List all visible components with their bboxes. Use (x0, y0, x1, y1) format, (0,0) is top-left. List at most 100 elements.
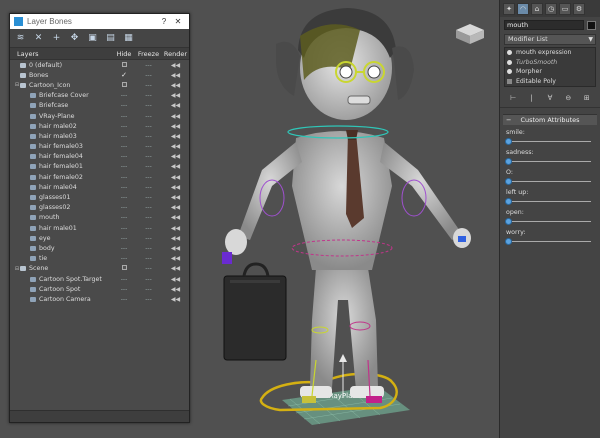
hide-toggle[interactable] (113, 61, 135, 69)
layer-row[interactable]: tie --- --- ◀◀ (10, 254, 189, 264)
layer-row[interactable]: Cartoon Camera --- --- ◀◀ (10, 294, 189, 304)
hide-toggle[interactable]: --- (113, 133, 135, 140)
layer-name[interactable]: hair male01 (39, 225, 77, 232)
render-toggle[interactable]: ◀◀ (162, 286, 189, 293)
hide-all-icon[interactable]: ▤ (105, 33, 116, 44)
render-toggle[interactable]: ◀◀ (162, 82, 189, 89)
layers-icon[interactable]: ≋ (15, 33, 26, 44)
layer-name[interactable]: VRay-Plane (39, 113, 75, 120)
layer-row[interactable]: Cartoon Spot.Target --- --- ◀◀ (10, 274, 189, 284)
hide-toggle[interactable]: --- (113, 204, 135, 211)
hide-toggle[interactable]: --- (113, 102, 135, 109)
layer-name[interactable]: body (39, 245, 55, 252)
hide-toggle[interactable]: --- (113, 113, 135, 120)
make-unique-icon[interactable]: ∀ (545, 93, 555, 103)
object-name-field[interactable]: mouth (504, 20, 584, 30)
layer-row[interactable]: eye --- --- ◀◀ (10, 233, 189, 243)
layer-name[interactable]: hair female01 (39, 163, 83, 170)
layer-name[interactable]: Bones (29, 72, 48, 79)
hide-toggle[interactable]: --- (113, 286, 135, 293)
freeze-toggle[interactable]: --- (135, 113, 162, 120)
freeze-toggle[interactable]: --- (135, 255, 162, 262)
render-toggle[interactable]: ◀◀ (162, 102, 189, 109)
lightbulb-icon[interactable] (507, 50, 512, 56)
command-tab-0[interactable]: ✦ (503, 2, 515, 15)
dialog-titlebar[interactable]: Layer Bones ? ✕ (10, 14, 189, 29)
modifier-stack-item[interactable]: TurboSmooth (505, 58, 595, 68)
layer-row[interactable]: body --- --- ◀◀ (10, 243, 189, 253)
lightbulb-icon[interactable] (507, 59, 512, 65)
freeze-toggle[interactable]: --- (135, 245, 162, 252)
select-icon[interactable]: ✥ (69, 33, 80, 44)
slider-track[interactable] (505, 238, 594, 245)
layer-name[interactable]: Cartoon Spot.Target (39, 276, 102, 283)
lightbulb-icon[interactable] (507, 69, 512, 75)
perspective-viewport[interactable]: VRayPlane Layer Bones ? ✕ ≋ ✕ + ✥ ▣ ▤ ▦ … (0, 0, 500, 438)
layer-row[interactable]: hair female04 --- --- ◀◀ (10, 152, 189, 162)
layer-name[interactable]: Scene (29, 265, 48, 272)
freeze-toggle[interactable]: --- (135, 153, 162, 160)
layer-row[interactable]: hair male03 --- --- ◀◀ (10, 131, 189, 141)
hide-toggle[interactable]: --- (113, 184, 135, 191)
render-toggle[interactable]: ◀◀ (162, 296, 189, 303)
layer-name[interactable]: tie (39, 255, 47, 262)
layer-row[interactable]: VRay-Plane --- --- ◀◀ (10, 111, 189, 121)
hide-toggle[interactable]: --- (113, 255, 135, 262)
render-toggle[interactable]: ◀◀ (162, 214, 189, 221)
command-tab-5[interactable]: ⚙ (573, 2, 585, 15)
freeze-toggle[interactable]: --- (135, 235, 162, 242)
layer-row[interactable]: glasses02 --- --- ◀◀ (10, 203, 189, 213)
hide-toggle[interactable]: --- (113, 194, 135, 201)
freeze-toggle[interactable]: --- (135, 276, 162, 283)
add-icon[interactable]: + (51, 33, 62, 44)
hide-toggle[interactable]: --- (113, 163, 135, 170)
render-toggle[interactable]: ◀◀ (162, 225, 189, 232)
render-toggle[interactable]: ◀◀ (162, 123, 189, 130)
layer-row[interactable]: 0 (default) --- ◀◀ (10, 60, 189, 70)
column-hide[interactable]: Hide (113, 50, 135, 58)
layer-explorer-dialog[interactable]: Layer Bones ? ✕ ≋ ✕ + ✥ ▣ ▤ ▦ Layers Hid… (9, 13, 190, 423)
layer-row[interactable]: hair male02 --- --- ◀◀ (10, 121, 189, 131)
layer-name[interactable]: Briefcase (39, 102, 68, 109)
layer-row[interactable]: mouth --- --- ◀◀ (10, 213, 189, 223)
layer-name[interactable]: hair female04 (39, 153, 83, 160)
hide-toggle[interactable]: --- (113, 276, 135, 283)
freeze-toggle[interactable]: --- (135, 102, 162, 109)
command-tab-4[interactable]: ▭ (559, 2, 571, 15)
column-freeze[interactable]: Freeze (135, 50, 162, 58)
layer-name[interactable]: eye (39, 235, 50, 242)
hide-toggle[interactable]: --- (113, 153, 135, 160)
layer-name[interactable]: hair female03 (39, 143, 83, 150)
render-toggle[interactable]: ◀◀ (162, 72, 189, 79)
freeze-toggle[interactable]: --- (135, 143, 162, 150)
hide-toggle[interactable]: --- (113, 235, 135, 242)
hide-toggle[interactable]: --- (113, 123, 135, 130)
render-toggle[interactable]: ◀◀ (162, 133, 189, 140)
layer-name[interactable]: glasses02 (39, 204, 70, 211)
slider-knob[interactable] (505, 158, 512, 165)
hide-toggle[interactable] (113, 265, 135, 272)
layer-name[interactable]: mouth (39, 214, 59, 221)
delete-icon[interactable]: ✕ (33, 33, 44, 44)
hide-toggle[interactable]: --- (113, 225, 135, 232)
rollout-header[interactable]: − Custom Attributes (503, 115, 597, 125)
freeze-toggle[interactable]: --- (135, 184, 162, 191)
render-toggle[interactable]: ◀◀ (162, 163, 189, 170)
render-toggle[interactable]: ◀◀ (162, 92, 189, 99)
freeze-toggle[interactable]: --- (135, 174, 162, 181)
render-toggle[interactable]: ◀◀ (162, 276, 189, 283)
render-toggle[interactable]: ◀◀ (162, 62, 189, 69)
help-button[interactable]: ? (157, 17, 171, 26)
object-color-swatch[interactable] (587, 20, 596, 30)
slider-knob[interactable] (505, 178, 512, 185)
slider-knob[interactable] (505, 198, 512, 205)
freeze-toggle[interactable]: --- (135, 194, 162, 201)
configure-sets-icon[interactable]: ⊞ (582, 93, 592, 103)
layer-name[interactable]: 0 (default) (29, 62, 62, 69)
freeze-toggle[interactable]: --- (135, 62, 162, 69)
hide-toggle[interactable]: --- (113, 245, 135, 252)
render-toggle[interactable]: ◀◀ (162, 255, 189, 262)
layer-name[interactable]: hair female02 (39, 174, 83, 181)
column-layers[interactable]: Layers (10, 50, 113, 58)
freeze-toggle[interactable]: --- (135, 265, 162, 272)
